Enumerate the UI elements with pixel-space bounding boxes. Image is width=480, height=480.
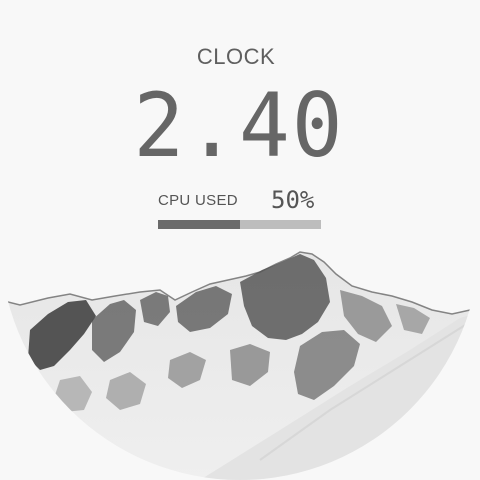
watch-face: CLOCK 2.40 CPU USED 50% bbox=[0, 0, 480, 480]
mountain-landscape-image bbox=[0, 251, 480, 480]
